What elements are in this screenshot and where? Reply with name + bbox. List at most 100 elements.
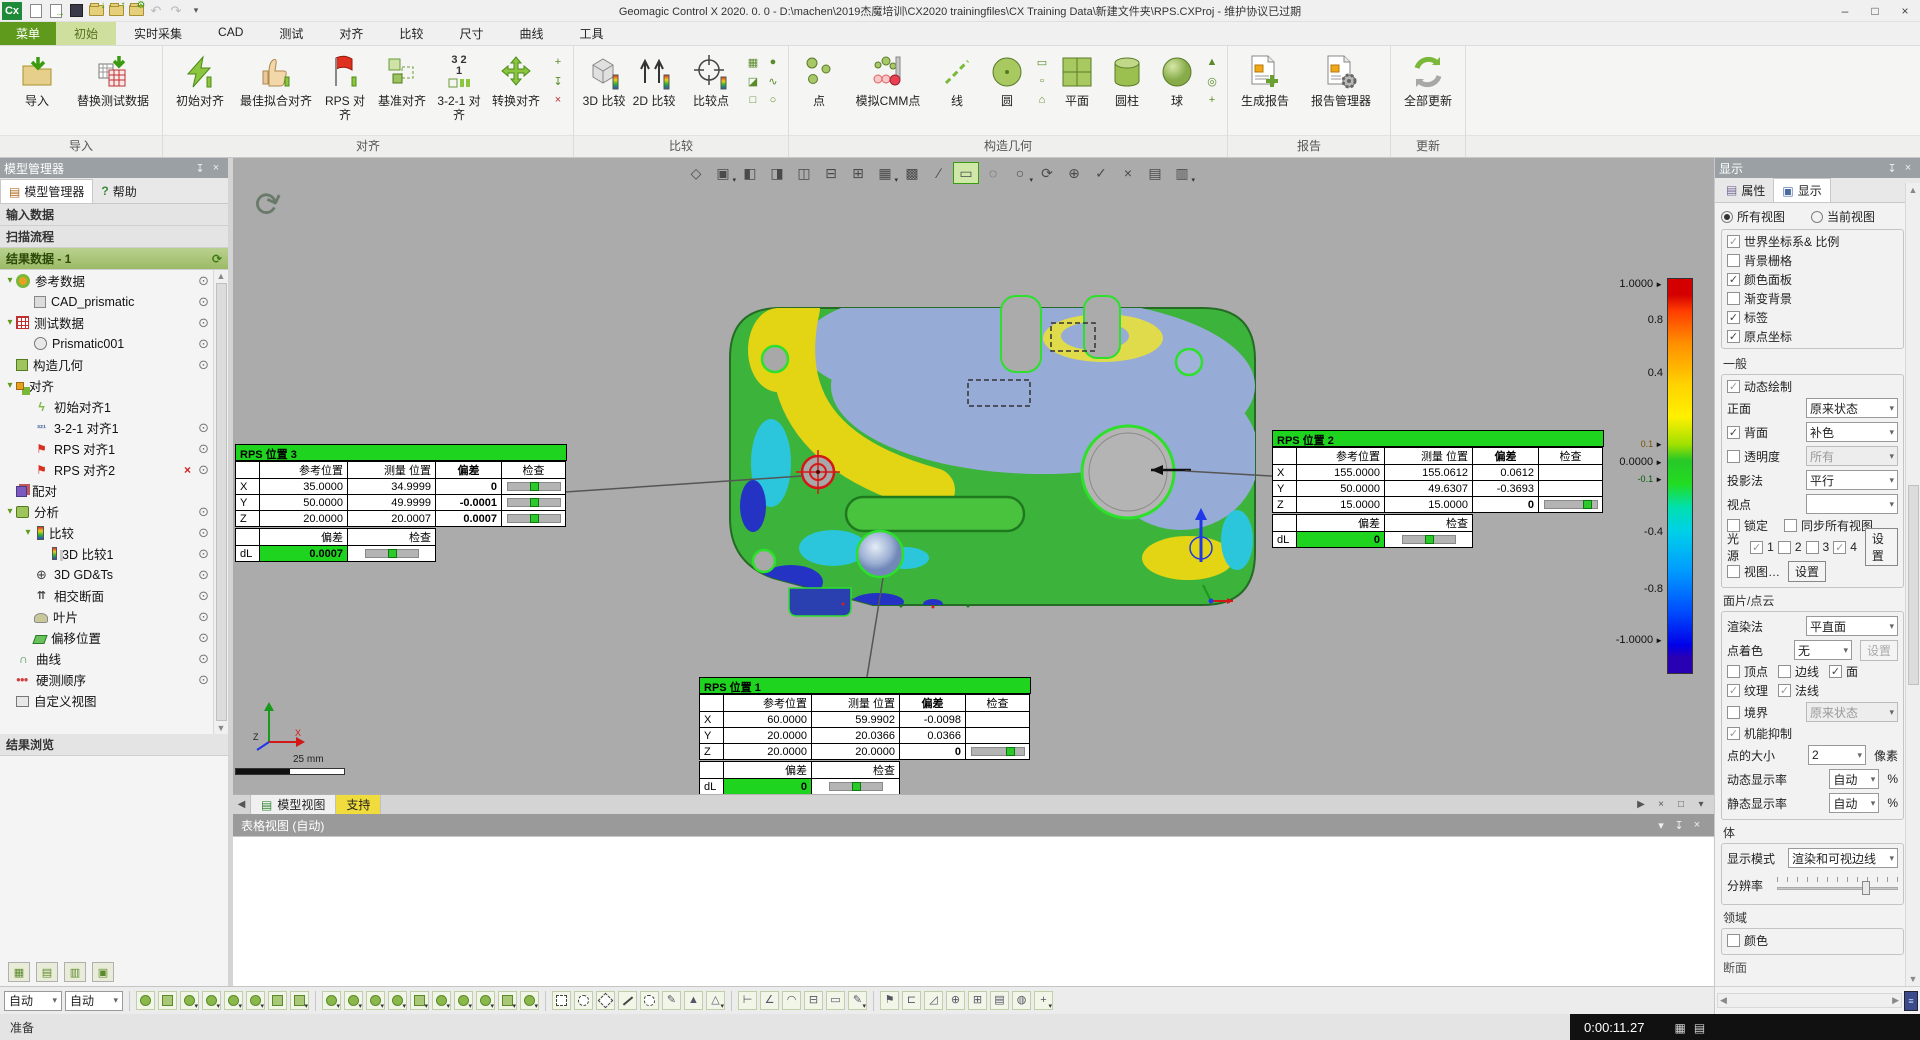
- filter-region-icon[interactable]: ▾: [202, 991, 221, 1010]
- save-icon[interactable]: [66, 2, 86, 20]
- tree-item-321-align1[interactable]: ³²¹3-2-1 对齐1⊙: [0, 417, 213, 438]
- tree-item-offset-position[interactable]: 偏移位置⊙: [0, 627, 213, 648]
- menu-button[interactable]: 菜单: [0, 21, 56, 45]
- torus-geometry-icon[interactable]: ◎: [1203, 73, 1221, 89]
- eye-icon[interactable]: ⊙: [198, 294, 209, 310]
- tree-item-analysis[interactable]: ▾分析⊙: [0, 501, 213, 522]
- checkbox-region-color[interactable]: ✓: [1727, 934, 1740, 947]
- snap-mode-select[interactable]: 自动▾: [65, 991, 123, 1011]
- checkbox-back-face[interactable]: ✓: [1727, 426, 1740, 439]
- front-face-select[interactable]: 原来状态▾: [1806, 398, 1898, 418]
- eye-icon[interactable]: ⊙: [198, 609, 209, 625]
- tab-list-icon[interactable]: ▾: [1692, 799, 1710, 810]
- cancel-icon[interactable]: ×: [1115, 162, 1141, 184]
- tab-model-manager[interactable]: ▤ 模型管理器: [0, 179, 93, 203]
- tab-scroll-right-icon[interactable]: ▶: [1632, 799, 1650, 810]
- measure-section-icon[interactable]: ⊟: [804, 991, 823, 1010]
- checkbox-view-dots[interactable]: ✓: [1727, 565, 1740, 578]
- scroll-up-icon[interactable]: ▲: [217, 271, 226, 281]
- table-view-header[interactable]: 表格视图 (自动) ▾ ↧ ×: [233, 814, 1714, 836]
- tree-scrollbar[interactable]: ▲ ▼: [213, 270, 228, 734]
- datum-tool-icon[interactable]: ⊕: [946, 991, 965, 1010]
- checkbox-boundary[interactable]: ✓: [1727, 706, 1740, 719]
- rect-select-tool-icon[interactable]: [552, 991, 571, 1010]
- tree-item-3d-compare1[interactable]: 3D 比较1⊙: [0, 543, 213, 564]
- coordinate-align-icon[interactable]: +: [549, 54, 567, 70]
- measure-angle-icon[interactable]: ∠: [760, 991, 779, 1010]
- sphere-button[interactable]: 球: [1153, 50, 1201, 130]
- tab-float-icon[interactable]: □: [1672, 799, 1690, 810]
- refresh-icon[interactable]: ⟳: [212, 252, 222, 266]
- expand-arrow[interactable]: ▾: [22, 527, 34, 538]
- compare-silhouette-icon[interactable]: □: [744, 92, 762, 108]
- collapse-icon[interactable]: ▾: [1652, 819, 1670, 832]
- tree-item-pair[interactable]: 配对: [0, 480, 213, 501]
- browse-view2-icon[interactable]: ▤: [36, 962, 58, 982]
- toolbar-options-icon[interactable]: ▾: [186, 2, 206, 20]
- tab-display[interactable]: ▣显示: [1773, 178, 1830, 202]
- polygon-view-icon[interactable]: ◇: [683, 162, 709, 184]
- lasso-select-icon[interactable]: ○▾: [1007, 162, 1033, 184]
- tree-item-cross-section[interactable]: ⇈相交断面⊙: [0, 585, 213, 606]
- eye-icon[interactable]: ⊙: [198, 567, 209, 583]
- view-settings-button[interactable]: 设置: [1788, 561, 1826, 582]
- initial-align-button[interactable]: 初始对齐: [169, 50, 231, 130]
- tab-scroll-left-icon[interactable]: ◀: [233, 795, 251, 814]
- tree-item-prismatic001[interactable]: Prismatic001⊙: [0, 333, 213, 354]
- open-file-icon[interactable]: →: [46, 2, 66, 20]
- tree-item-blade[interactable]: 叶片⊙: [0, 606, 213, 627]
- rotate-view-icon[interactable]: ⟳: [1034, 162, 1060, 184]
- compare-curve-icon[interactable]: ∿: [764, 73, 782, 89]
- static-rate-select[interactable]: 自动▾: [1829, 793, 1879, 813]
- eye-icon[interactable]: ⊙: [198, 315, 209, 331]
- eye-icon[interactable]: ⊙: [198, 630, 209, 646]
- compare-sphere-icon[interactable]: ○: [764, 92, 782, 108]
- flag-tool-icon[interactable]: ⚑: [880, 991, 899, 1010]
- browse-view3-icon[interactable]: ▥: [64, 962, 86, 982]
- layout-quad-icon[interactable]: ⊞: [845, 162, 871, 184]
- delete-align-icon[interactable]: ×: [549, 92, 567, 108]
- point-size-select[interactable]: 2▾: [1808, 745, 1866, 765]
- update-all-button[interactable]: 全部更新: [1397, 50, 1459, 130]
- lasso-select-tool-icon[interactable]: [640, 991, 659, 1010]
- scroll-up-icon[interactable]: ▲: [1909, 185, 1918, 195]
- split-view-icon[interactable]: ◫: [791, 162, 817, 184]
- compare-cylinder-icon[interactable]: ●: [764, 54, 782, 70]
- checkbox-vertex[interactable]: ✓: [1727, 665, 1740, 678]
- tab-align[interactable]: 对齐: [321, 21, 381, 45]
- select-similar-icon[interactable]: ▾: [520, 991, 539, 1010]
- checkbox-labels[interactable]: ✓: [1727, 311, 1740, 324]
- display-mode-select[interactable]: 渲染和可视边线▾: [1788, 848, 1898, 868]
- resolution-slider[interactable]: [1777, 875, 1898, 895]
- filter-face-icon[interactable]: ▾: [246, 991, 265, 1010]
- back-face-select[interactable]: 补色▾: [1806, 422, 1898, 442]
- paint-select-tool-icon[interactable]: ✎: [662, 991, 681, 1010]
- tree-item-probe-sequence[interactable]: ●●●硬测顺序⊙: [0, 669, 213, 690]
- ruler-tool-icon[interactable]: ⊏: [902, 991, 921, 1010]
- slider-thumb[interactable]: [1862, 881, 1870, 895]
- snapshot-icon[interactable]: ▤: [1142, 162, 1168, 184]
- add-tool-icon[interactable]: +▾: [1034, 991, 1053, 1010]
- import-folder-icon[interactable]: ↓: [86, 2, 106, 20]
- simulate-cmm-point-button[interactable]: 模拟CMM点: [845, 50, 931, 130]
- scroll-left-icon[interactable]: ◀: [1720, 995, 1727, 1006]
- layout-horizontal-icon[interactable]: ⊟: [818, 162, 844, 184]
- rps-table-1[interactable]: RPS 位置 1 参考位置测量 位置偏差检查 X60.000059.9902-0…: [699, 677, 1031, 794]
- filter-points-icon[interactable]: [158, 991, 177, 1010]
- eye-icon[interactable]: ⊙: [198, 546, 209, 562]
- tree-item-3d-gdts[interactable]: ⊕3D GD&Ts⊙: [0, 564, 213, 585]
- filter-mesh-icon[interactable]: ▾: [180, 991, 199, 1010]
- select-visible-icon[interactable]: ▾: [322, 991, 341, 1010]
- 3d-viewport[interactable]: ◇ ▣▾ ◧ ◨ ◫ ⊟ ⊞ ▦▾ ▩ ∕ ▭ ◌ ○▾ ⟳ ⊕ ✓ ×: [233, 158, 1714, 794]
- checkbox-light3[interactable]: ✓: [1806, 541, 1819, 554]
- report-manager-button[interactable]: 报告管理器: [1298, 50, 1384, 130]
- point-shading-settings-button[interactable]: 设置: [1860, 640, 1898, 661]
- library-icon[interactable]: ≡: [1904, 991, 1918, 1011]
- folder-settings-icon[interactable]: ⚙: [126, 2, 146, 20]
- select-group-icon[interactable]: ▾: [410, 991, 429, 1010]
- axis-geometry-icon[interactable]: +: [1203, 92, 1221, 108]
- checkbox-normal[interactable]: ✓: [1778, 684, 1791, 697]
- 321-align-button[interactable]: 3 21 3-2-1 对齐: [435, 50, 483, 130]
- light-settings-button[interactable]: 设置: [1865, 528, 1898, 566]
- checkbox-background-grid[interactable]: ✓: [1727, 254, 1740, 267]
